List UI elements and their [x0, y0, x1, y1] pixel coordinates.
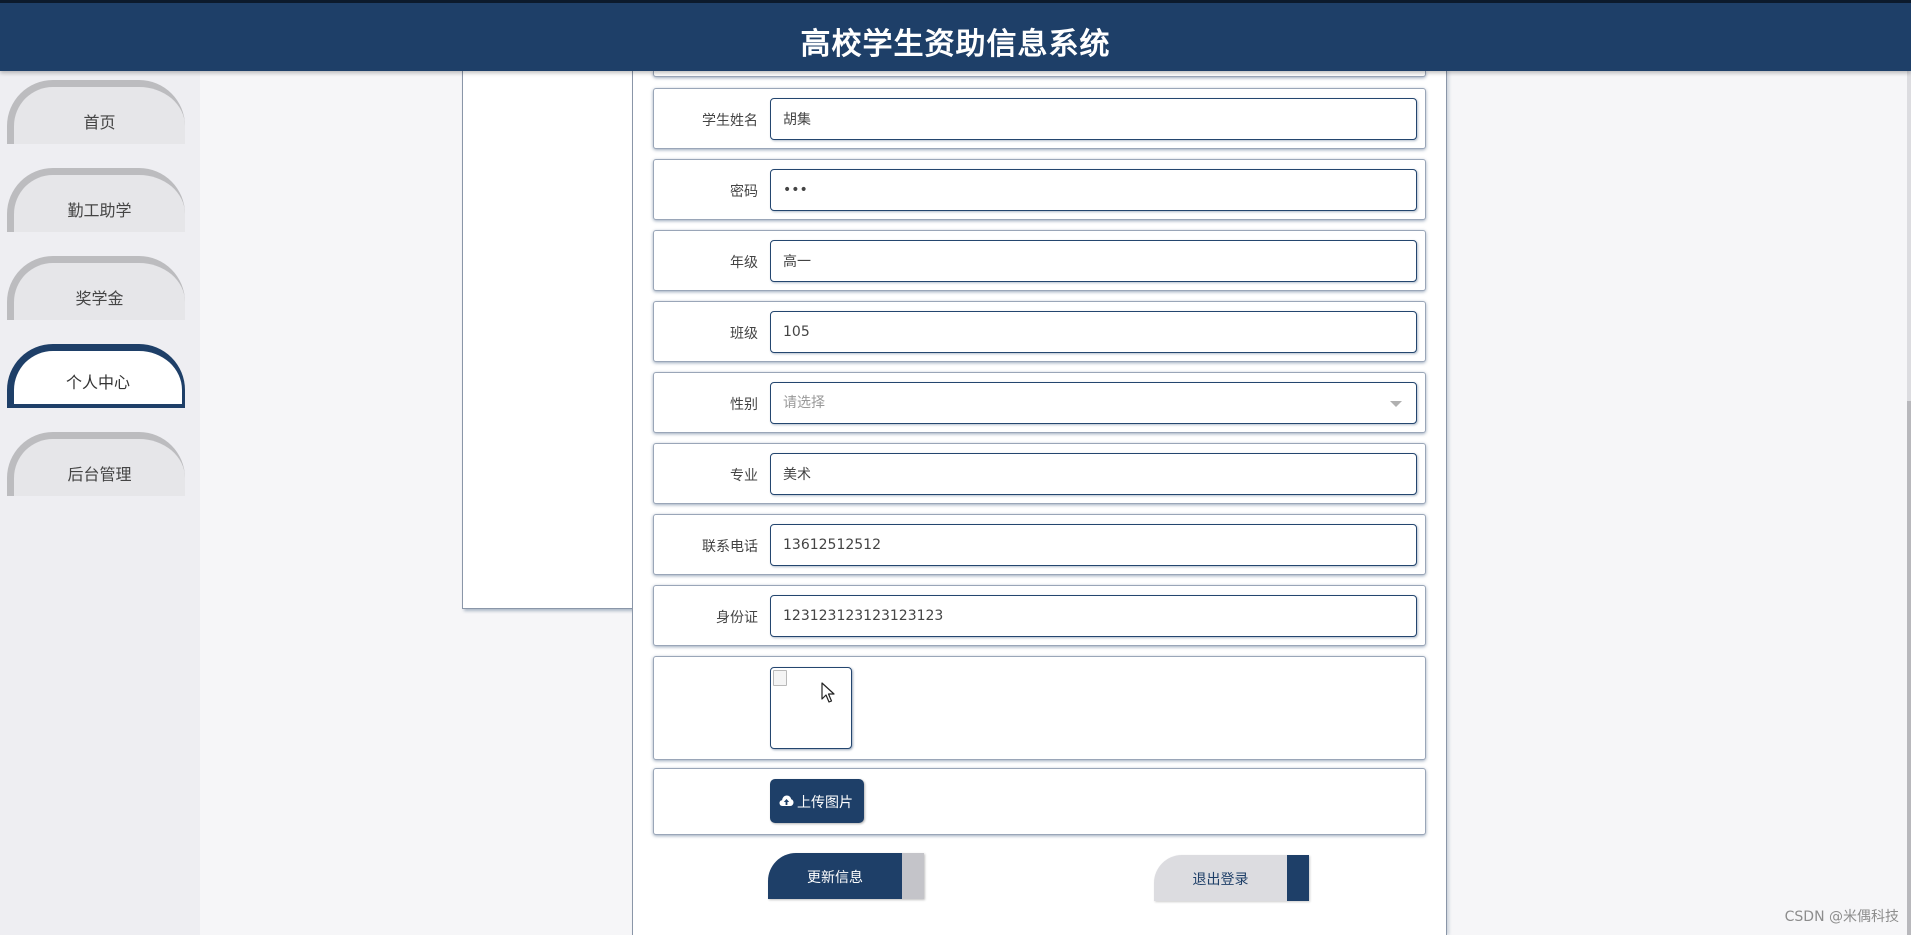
update-button-label: 更新信息: [807, 870, 863, 886]
gender-select[interactable]: 请选择: [770, 382, 1417, 424]
field-label: 性别: [730, 397, 758, 413]
sidebar-item-label: 个人中心: [65, 373, 130, 392]
form-row-photo: [653, 656, 1426, 760]
sidebar-item-admin[interactable]: 后台管理: [7, 432, 185, 496]
site-title: 高校学生资助信息系统: [800, 27, 1111, 62]
form-row-partial: [653, 71, 1426, 77]
sidebar-item-scholarship[interactable]: 奖学金: [7, 256, 185, 320]
form-row-password: 密码 •••: [653, 159, 1426, 220]
form-row-phone: 联系电话: [653, 514, 1426, 575]
sidebar-item-label: 首页: [83, 113, 116, 132]
photo-preview[interactable]: [770, 667, 852, 749]
watermark-text: CSDN @米偶科技: [1784, 909, 1899, 925]
sidebar-item-work-study[interactable]: 勤工助学: [7, 168, 185, 232]
field-label: 年级: [730, 255, 758, 271]
gender-select-placeholder: 请选择: [783, 395, 825, 411]
logout-button[interactable]: 退出登录: [1154, 855, 1309, 901]
top-header-bar: 高校学生资助信息系统: [0, 0, 1911, 71]
logout-button-label: 退出登录: [1192, 872, 1249, 888]
upload-button-label: 上传图片: [797, 795, 853, 811]
sidebar-item-label: 奖学金: [75, 289, 124, 308]
form-row-gender: 性别 请选择: [653, 372, 1426, 433]
form-row-upload: 上传图片: [653, 768, 1426, 835]
field-label: 班级: [730, 326, 758, 342]
sidebar-item-label: 后台管理: [67, 465, 132, 484]
major-input[interactable]: [770, 453, 1417, 495]
class-input[interactable]: [770, 311, 1417, 353]
field-label: 学生姓名: [702, 113, 758, 129]
grade-input[interactable]: [770, 240, 1417, 282]
update-info-button[interactable]: 更新信息: [768, 853, 924, 899]
scrollbar-thumb[interactable]: [1907, 401, 1911, 935]
form-row-class: 班级: [653, 301, 1426, 362]
broken-image-icon: [773, 670, 787, 686]
sidebar-item-label: 勤工助学: [67, 201, 132, 220]
sidebar: 首页 勤工助学 奖学金 个人中心 后台管理: [0, 71, 200, 935]
sidebar-item-personal-center[interactable]: 个人中心: [7, 344, 185, 408]
form-row-major: 专业: [653, 443, 1426, 504]
chevron-down-icon: [1390, 401, 1402, 407]
form-row-grade: 年级: [653, 230, 1426, 291]
field-label: 专业: [730, 468, 758, 484]
sidebar-item-home[interactable]: 首页: [7, 80, 185, 144]
page-scrollbar[interactable]: [1907, 71, 1911, 935]
field-label: 联系电话: [702, 539, 758, 555]
cloud-upload-icon: [779, 795, 794, 806]
form-row-id-card: 身份证: [653, 585, 1426, 646]
field-label: 身份证: [716, 610, 758, 626]
field-label: 密码: [730, 184, 758, 200]
student-name-input[interactable]: [770, 98, 1417, 140]
phone-input[interactable]: [770, 524, 1417, 566]
form-row-student-name: 学生姓名: [653, 88, 1426, 149]
background-card: [462, 71, 634, 609]
mouse-pointer-icon: [821, 682, 835, 703]
upload-image-button[interactable]: 上传图片: [770, 779, 864, 823]
password-input[interactable]: •••: [770, 169, 1417, 211]
id-card-input[interactable]: [770, 595, 1417, 637]
